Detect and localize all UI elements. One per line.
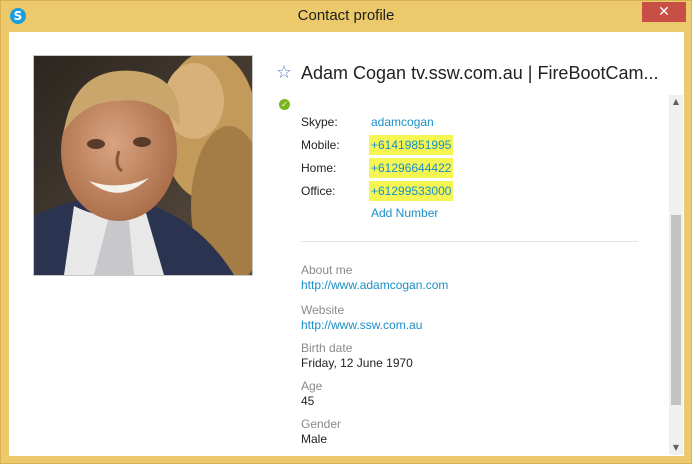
birth-date-section: Birth date Friday, 12 June 1970 (301, 341, 413, 371)
about-me-link[interactable]: http://www.adamcogan.com (301, 278, 448, 293)
about-me-section: About me http://www.adamcogan.com (301, 263, 448, 293)
home-number-link[interactable]: +61296644422 (369, 158, 454, 178)
vertical-scrollbar[interactable]: ▲ ▼ (669, 95, 683, 455)
website-section: Website http://www.ssw.com.au (301, 303, 422, 333)
age-label: Age (301, 379, 323, 393)
close-button[interactable]: ✕ (642, 2, 686, 22)
skype-name-link[interactable]: adamcogan (371, 112, 434, 132)
about-me-label: About me (301, 263, 353, 277)
scroll-up-icon[interactable]: ▲ (669, 95, 683, 109)
mobile-number-link[interactable]: +61419851995 (369, 135, 454, 155)
window-title: Contact profile (297, 7, 395, 24)
gender-section: Gender Male (301, 417, 341, 447)
title-bar[interactable]: S Contact profile ✕ (1, 1, 691, 31)
home-label: Home: (301, 161, 337, 175)
avatar (33, 55, 253, 276)
profile-content: ☆ Adam Cogan tv.ssw.com.au | FireBootCam… (9, 32, 684, 456)
website-link[interactable]: http://www.ssw.com.au (301, 318, 422, 333)
gender-label: Gender (301, 417, 342, 431)
skype-label: Skype: (301, 115, 338, 129)
divider (301, 241, 638, 242)
mobile-label: Mobile: (301, 138, 340, 152)
age-section: Age 45 (301, 379, 322, 409)
contact-name: Adam Cogan tv.ssw.com.au | FireBootCam..… (301, 63, 659, 83)
avatar-photo (34, 56, 252, 275)
add-number-link[interactable]: Add Number (371, 206, 438, 220)
scroll-down-icon[interactable]: ▼ (669, 441, 683, 455)
age-value: 45 (301, 394, 315, 408)
birth-date-value: Friday, 12 June 1970 (301, 356, 413, 370)
office-label: Office: (301, 184, 336, 198)
office-number-link[interactable]: +61299533000 (369, 181, 454, 201)
birth-date-label: Birth date (301, 341, 353, 355)
close-icon: ✕ (658, 4, 670, 20)
gender-value: Male (301, 432, 328, 446)
star-icon[interactable]: ☆ (276, 62, 292, 83)
website-label: Website (301, 303, 345, 317)
contact-profile-window: S Contact profile ✕ ☆ Adam Cogan tv.ssw.… (0, 0, 692, 464)
online-status-icon: ✓ (279, 99, 290, 110)
scrollbar-thumb[interactable] (671, 215, 681, 405)
